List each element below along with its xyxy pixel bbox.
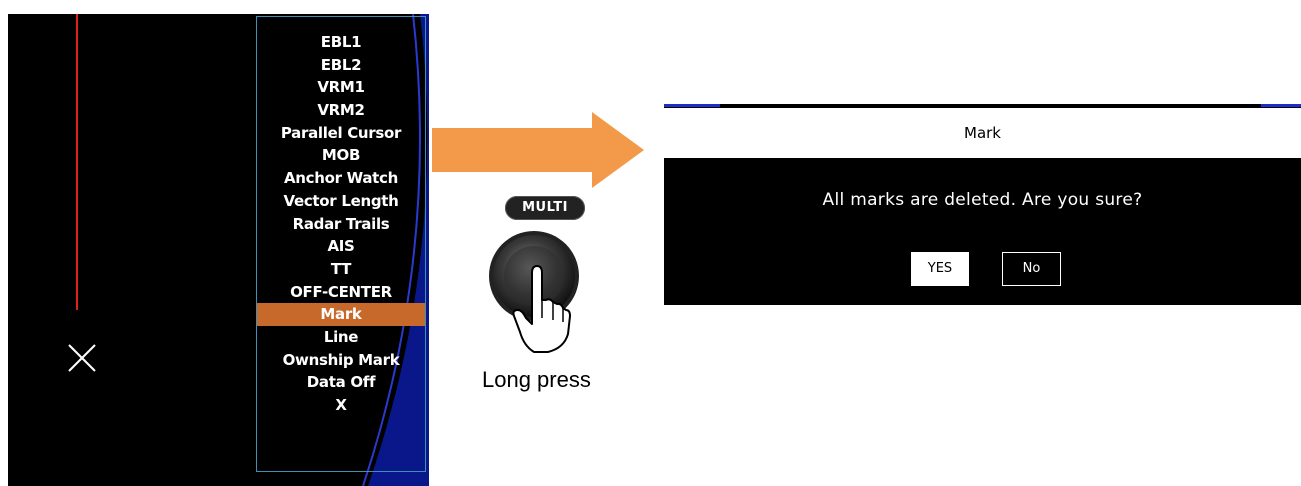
multi-knob-icon[interactable] bbox=[482, 228, 602, 368]
dialog-title: Mark bbox=[664, 108, 1301, 158]
menu-item-ebl2[interactable]: EBL2 bbox=[257, 54, 425, 77]
menu-item-mark[interactable]: Mark bbox=[257, 303, 425, 326]
menu-item-ais[interactable]: AIS bbox=[257, 235, 425, 258]
dialog-accent-right bbox=[1261, 104, 1301, 107]
menu-item-ebl1[interactable]: EBL1 bbox=[257, 31, 425, 54]
cross-cursor-icon bbox=[68, 344, 96, 372]
menu-item-off-center[interactable]: OFF-CENTER bbox=[257, 281, 425, 304]
menu-item-radar-trails[interactable]: Radar Trails bbox=[257, 213, 425, 236]
menu-item-anchor-watch[interactable]: Anchor Watch bbox=[257, 167, 425, 190]
dialog-accent-left bbox=[664, 104, 720, 107]
menu-item-line[interactable]: Line bbox=[257, 326, 425, 349]
menu-item-tt[interactable]: TT bbox=[257, 258, 425, 281]
confirm-dialog: Mark All marks are deleted. Are you sure… bbox=[664, 104, 1301, 305]
radar-screen: EBL1 EBL2 VRM1 VRM2 Parallel Cursor MOB … bbox=[8, 14, 429, 486]
multi-menu: EBL1 EBL2 VRM1 VRM2 Parallel Cursor MOB … bbox=[256, 16, 426, 472]
cursor-line bbox=[76, 14, 78, 310]
menu-item-close[interactable]: X bbox=[257, 394, 425, 417]
no-button[interactable]: No bbox=[1002, 252, 1061, 286]
dialog-message: All marks are deleted. Are you sure? bbox=[822, 190, 1143, 210]
menu-item-vrm2[interactable]: VRM2 bbox=[257, 99, 425, 122]
long-press-caption: Long press bbox=[482, 367, 591, 392]
right-arrow-icon bbox=[432, 112, 644, 188]
menu-item-vrm1[interactable]: VRM1 bbox=[257, 76, 425, 99]
yes-button[interactable]: YES bbox=[911, 252, 969, 286]
menu-item-mob[interactable]: MOB bbox=[257, 144, 425, 167]
menu-item-vector-length[interactable]: Vector Length bbox=[257, 190, 425, 213]
menu-item-parallel-cursor[interactable]: Parallel Cursor bbox=[257, 122, 425, 145]
multi-badge: MULTI bbox=[505, 196, 585, 220]
menu-item-ownship-mark[interactable]: Ownship Mark bbox=[257, 349, 425, 372]
menu-item-data-off[interactable]: Data Off bbox=[257, 371, 425, 394]
